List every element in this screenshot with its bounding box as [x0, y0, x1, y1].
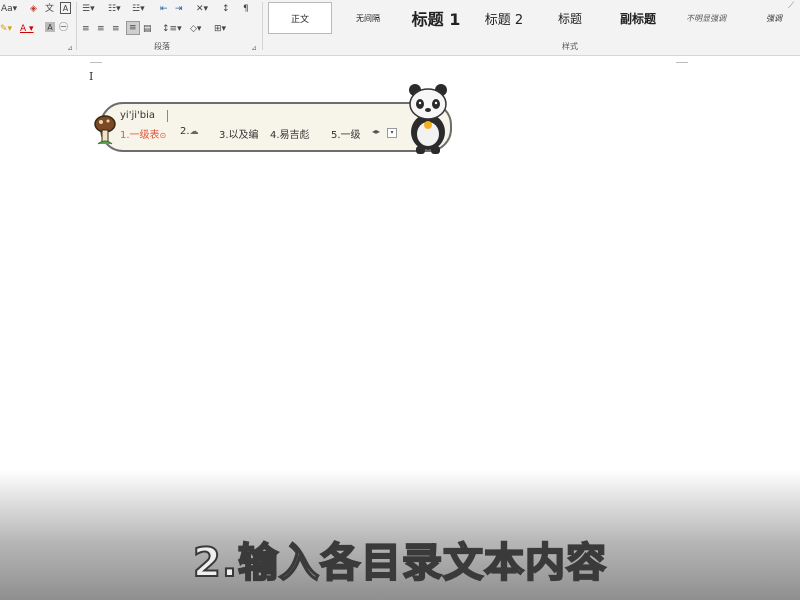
- shading-icon[interactable]: ◇▾: [190, 23, 201, 35]
- style-label: 强调: [766, 13, 782, 23]
- style-label: 无间隔: [356, 13, 380, 23]
- ime-caret: [167, 110, 168, 122]
- highlight-icon[interactable]: ✎▾: [0, 23, 12, 35]
- style-heading-1[interactable]: 标题 1: [404, 2, 468, 34]
- page-margin-area: [0, 56, 800, 63]
- decrease-indent-icon[interactable]: ⇤: [160, 3, 168, 15]
- ribbon-separator: [76, 2, 77, 50]
- numbering-icon[interactable]: ☷▾: [108, 3, 121, 15]
- ime-expand-icon[interactable]: ▾: [387, 128, 397, 138]
- chinese-layout-icon[interactable]: ✕▾: [196, 3, 208, 15]
- font-dialog-launcher-icon[interactable]: ⊿: [67, 44, 73, 52]
- char-shading-label: A: [47, 23, 53, 32]
- styles-group-label: 样式: [562, 42, 578, 51]
- ime-candidate-3[interactable]: 3.以及编: [219, 126, 259, 141]
- ime-composition-text: yi'ji'bia: [120, 110, 156, 121]
- borders-icon[interactable]: ⊞▾: [214, 23, 226, 35]
- align-center-icon[interactable]: ≡: [97, 23, 105, 35]
- panda-skin-icon: [409, 84, 447, 154]
- enclose-char-icon[interactable]: ㊀: [59, 22, 68, 34]
- text-cursor-icon: I: [89, 70, 94, 83]
- margin-corner-marker: [676, 56, 688, 63]
- style-subtitle[interactable]: 副标题: [608, 2, 668, 34]
- align-left-icon[interactable]: ≡: [82, 23, 90, 35]
- candidate-label: 1.一级表: [120, 130, 160, 141]
- char-border-icon[interactable]: A: [60, 2, 71, 14]
- style-label: 副标题: [619, 11, 656, 26]
- style-heading-2[interactable]: 标题 2: [476, 2, 532, 34]
- increase-indent-icon[interactable]: ⇥: [175, 3, 183, 15]
- ime-edit-icon: ⊙: [159, 131, 167, 140]
- multilevel-list-icon[interactable]: ☳▾: [132, 3, 145, 15]
- show-marks-icon[interactable]: ¶: [243, 3, 249, 15]
- ribbon: Aa▾ ◈ 文 A ✎▾ A ▾ A ㊀ ☰▾ ☷▾ ☳▾ ⇤ ⇥ ✕▾ ↕ ¶…: [0, 0, 800, 56]
- phonetic-guide-icon[interactable]: 文: [45, 3, 54, 15]
- paragraph-group-label: 段落: [154, 42, 170, 51]
- align-right-icon[interactable]: ≡: [112, 23, 120, 35]
- ime-emoji-icon: ☁: [189, 127, 199, 137]
- video-caption: 2.输入各目录文本内容: [192, 539, 608, 587]
- margin-corner-marker: [90, 56, 102, 63]
- style-label: 标题 2: [484, 12, 524, 28]
- char-border-label: A: [62, 4, 69, 13]
- style-label: 正文: [290, 14, 309, 25]
- bullets-icon[interactable]: ☰▾: [82, 3, 95, 15]
- style-label: 标题: [557, 11, 582, 26]
- justify-icon[interactable]: ≡: [126, 21, 140, 35]
- mushroom-skin-icon: [94, 115, 116, 145]
- font-color-label: A: [20, 24, 27, 34]
- style-normal[interactable]: 正文: [268, 2, 332, 34]
- clear-format-icon[interactable]: ◈: [30, 3, 37, 15]
- ime-candidate-5[interactable]: 5.一级: [331, 126, 361, 141]
- style-no-spacing[interactable]: 无间隔: [340, 2, 396, 34]
- ime-candidate-1[interactable]: 1.一级表⊙: [120, 126, 166, 141]
- ime-page-arrows-icon[interactable]: ◂▸: [372, 127, 380, 136]
- char-shading-icon[interactable]: A: [45, 22, 55, 32]
- sort-icon[interactable]: ↕: [222, 3, 230, 15]
- change-case-button[interactable]: Aa▾: [1, 3, 17, 15]
- style-gallery-scroll-icon[interactable]: ⟋: [788, 0, 794, 12]
- style-label: 不明显强调: [686, 13, 726, 23]
- ime-candidate-2[interactable]: 2.☁: [180, 126, 199, 137]
- candidate-label: 2.: [180, 126, 190, 137]
- distributed-icon[interactable]: ▤: [143, 23, 152, 35]
- ribbon-separator: [262, 2, 263, 50]
- ime-candidate-4[interactable]: 4.易吉彪: [270, 126, 310, 141]
- line-spacing-icon[interactable]: ↕≡▾: [162, 23, 182, 35]
- change-case-label: Aa: [1, 4, 13, 14]
- style-subtle-emphasis[interactable]: 不明显强调: [676, 2, 736, 34]
- font-color-button[interactable]: A ▾: [20, 23, 34, 35]
- style-title[interactable]: 标题: [540, 2, 600, 34]
- paragraph-dialog-launcher-icon[interactable]: ⊿: [251, 44, 257, 52]
- style-label: 标题 1: [411, 10, 461, 29]
